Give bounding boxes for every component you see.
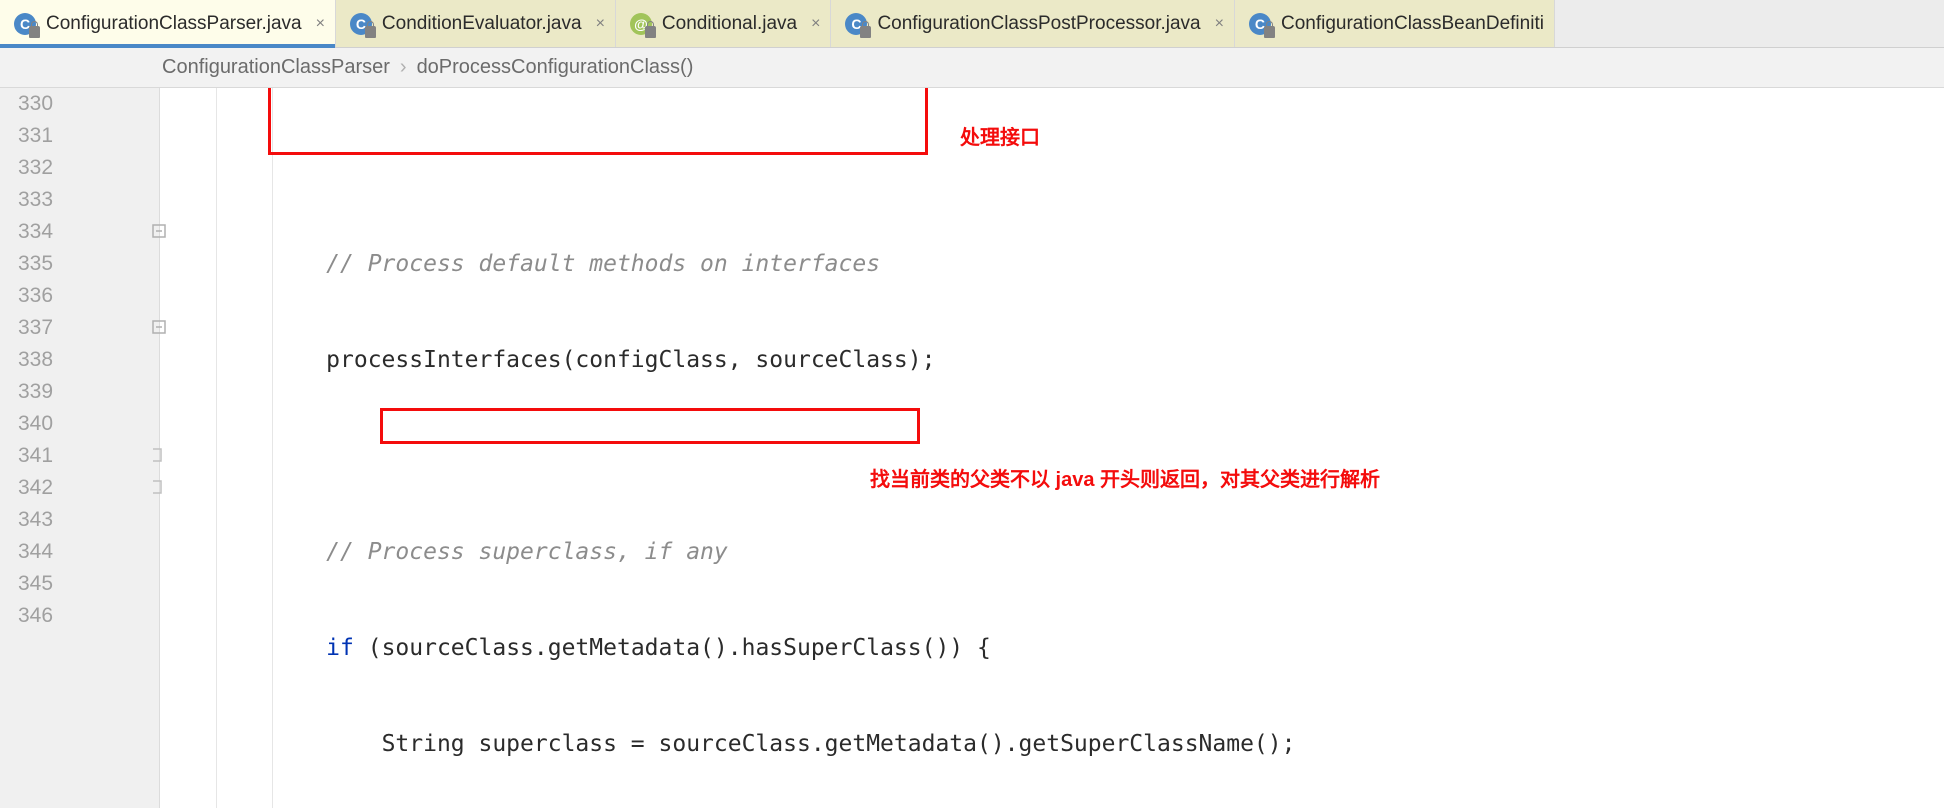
line-number: 342	[0, 472, 159, 504]
line-number: 341	[0, 440, 159, 472]
line-number: 339	[0, 376, 159, 408]
tab-config-class-post-processor[interactable]: C ConfigurationClassPostProcessor.java ×	[831, 0, 1235, 47]
tab-label: Conditional.java	[662, 13, 797, 35]
java-class-icon: C	[14, 13, 36, 35]
code-line[interactable]: String superclass = sourceClass.getMetad…	[160, 728, 1944, 760]
tab-label: ConfigurationClassParser.java	[46, 13, 302, 35]
line-number: 343	[0, 504, 159, 536]
breadcrumb-separator: ›	[400, 56, 407, 79]
tab-label: ConfigurationClassBeanDefiniti	[1281, 13, 1544, 35]
line-number: 335	[0, 248, 159, 280]
tab-config-class-bean-def[interactable]: C ConfigurationClassBeanDefiniti	[1235, 0, 1555, 47]
breadcrumb-method[interactable]: doProcessConfigurationClass()	[417, 56, 694, 79]
code-line[interactable]: processInterfaces(configClass, sourceCla…	[160, 344, 1944, 376]
breadcrumb: ConfigurationClassParser › doProcessConf…	[0, 48, 1944, 88]
line-number: 336	[0, 280, 159, 312]
code-line[interactable]: // Process superclass, if any	[160, 536, 1944, 568]
annotation-superclass-parse: 找当前类的父类不以 java 开头则返回，对其父类进行解析	[870, 464, 1380, 496]
tab-condition-evaluator[interactable]: C ConditionEvaluator.java ×	[336, 0, 616, 47]
java-class-icon: C	[1249, 13, 1271, 35]
lock-icon	[860, 26, 871, 38]
tab-conditional[interactable]: @ Conditional.java ×	[616, 0, 832, 47]
annotation-process-interfaces: 处理接口	[960, 122, 1040, 154]
line-number: 334	[0, 216, 159, 248]
lock-icon	[365, 26, 376, 38]
highlight-box-return-superclass	[380, 408, 920, 444]
close-icon[interactable]: ×	[596, 15, 605, 33]
code-area[interactable]: // Process default methods on interfaces…	[160, 88, 1944, 808]
line-number: 332	[0, 152, 159, 184]
code-editor: 3303313323333343353363373383393403413423…	[0, 88, 1944, 808]
lock-icon	[29, 26, 40, 38]
code-line[interactable]: if (sourceClass.getMetadata().hasSuperCl…	[160, 632, 1944, 664]
tab-label: ConditionEvaluator.java	[382, 13, 582, 35]
line-number: 346	[0, 600, 159, 632]
java-annotation-icon: @	[630, 13, 652, 35]
line-number: 345	[0, 568, 159, 600]
highlight-box-interfaces	[268, 88, 928, 155]
java-class-icon: C	[350, 13, 372, 35]
breadcrumb-class[interactable]: ConfigurationClassParser	[162, 56, 390, 79]
line-number: 344	[0, 536, 159, 568]
lock-icon	[1264, 26, 1275, 38]
line-number-gutter: 3303313323333343353363373383393403413423…	[0, 88, 160, 808]
editor-tabs-bar: C ConfigurationClassParser.java × C Cond…	[0, 0, 1944, 48]
close-icon[interactable]: ×	[1215, 15, 1224, 33]
code-line[interactable]: // Process default methods on interfaces	[160, 248, 1944, 280]
close-icon[interactable]: ×	[316, 15, 325, 33]
java-class-icon: C	[845, 13, 867, 35]
tab-label: ConfigurationClassPostProcessor.java	[877, 13, 1200, 35]
line-number: 331	[0, 120, 159, 152]
line-number: 333	[0, 184, 159, 216]
close-icon[interactable]: ×	[811, 15, 820, 33]
line-number: 330	[0, 88, 159, 120]
line-number: 340	[0, 408, 159, 440]
tab-config-class-parser[interactable]: C ConfigurationClassParser.java ×	[0, 0, 336, 47]
line-number: 338	[0, 344, 159, 376]
line-number: 337	[0, 312, 159, 344]
lock-icon	[645, 26, 656, 38]
